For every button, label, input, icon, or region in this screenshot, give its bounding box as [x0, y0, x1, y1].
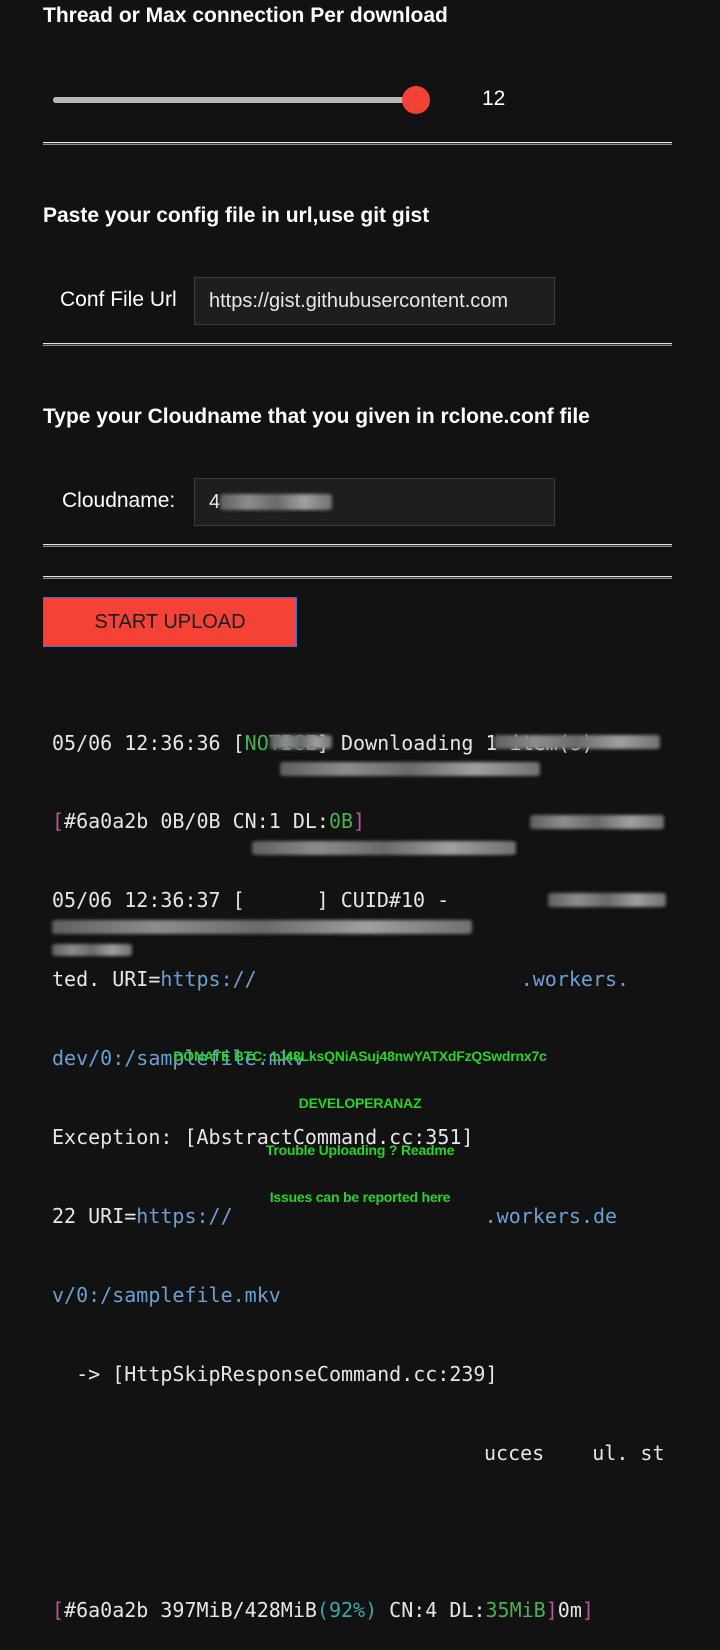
- log-text: 22 URI=: [52, 1203, 137, 1228]
- log-bracket: ]: [353, 809, 366, 834]
- readme-link[interactable]: Trouble Uploading ? Readme: [0, 1142, 720, 1158]
- redacted-text: [52, 920, 472, 934]
- divider: [43, 544, 672, 547]
- log-line: ted. URI=https:// .workers.: [52, 966, 677, 992]
- thread-slider-track[interactable]: [53, 97, 417, 103]
- cloudname-section-title: Type your Cloudname that you given in rc…: [43, 405, 590, 428]
- log-line: v/0:/samplefile.mkv: [52, 1282, 677, 1308]
- config-section-title: Paste your config file in url,use git gi…: [43, 204, 430, 227]
- redacted-text: [548, 893, 666, 907]
- cloudname-label: Cloudname:: [62, 489, 176, 512]
- log-bracket: ]: [545, 1598, 558, 1623]
- thread-section-title: Thread or Max connection Per download: [43, 4, 448, 27]
- log-uri: https://: [136, 1203, 233, 1228]
- log-text: 0m: [557, 1598, 582, 1623]
- log-bracket: [: [52, 809, 65, 834]
- redacted-text: [52, 944, 132, 956]
- log-dl-speed: 0B: [328, 809, 354, 834]
- log-text: 05/06 12:36:37 [: [52, 888, 245, 913]
- thread-slider-thumb[interactable]: [402, 86, 430, 114]
- log-text: #6a0a2b 0B/0B CN:1 DL:: [64, 809, 329, 834]
- redacted-text: [270, 735, 332, 749]
- log-percent: (92%): [316, 1598, 378, 1623]
- redacted-text: [530, 815, 664, 829]
- start-upload-button[interactable]: START UPLOAD: [43, 597, 297, 647]
- log-text: ul. st: [580, 1440, 665, 1465]
- log-text: 05/06 12:36:36 [: [52, 730, 245, 755]
- thread-slider-fill: [53, 97, 407, 103]
- conf-file-url-input[interactable]: [194, 277, 555, 325]
- donate-btc-link[interactable]: DONATE BTC: 1J48LksQNiASuj48nwYATXdFzQSw…: [0, 1048, 720, 1064]
- issues-link[interactable]: Issues can be reported here: [0, 1189, 720, 1205]
- log-uri: .workers.de: [484, 1203, 618, 1228]
- conf-file-url-label: Conf File Url: [60, 288, 177, 311]
- divider: [43, 343, 672, 346]
- redacted-text: [252, 841, 516, 855]
- redacted-text: [494, 735, 660, 749]
- log-text: CN:4 DL:: [377, 1598, 486, 1623]
- log-line: -> [HttpSkipResponseCommand.cc:239]: [52, 1361, 677, 1387]
- log-bracket: ]: [581, 1598, 594, 1623]
- log-line: ucces ul. st: [52, 1440, 677, 1466]
- log-text: ucces: [484, 1440, 545, 1465]
- log-uri: v/0:/samplefile.mkv: [52, 1282, 281, 1307]
- log-dl-speed: 35MiB: [485, 1598, 546, 1623]
- divider: [43, 576, 672, 579]
- log-uri: https://: [160, 967, 257, 992]
- log-text: ] CUID#10 -: [316, 888, 462, 913]
- log-text: ted. URI=: [52, 967, 161, 992]
- log-uri: .workers.: [520, 967, 630, 992]
- developer-link[interactable]: DEVELOPERANAZ: [0, 1095, 720, 1111]
- log-text: -> [HttpSkipResponseCommand.cc:239]: [52, 1361, 510, 1386]
- divider: [43, 142, 672, 145]
- cloudname-input-value: 4: [209, 491, 221, 513]
- log-text: #6a0a2b 397MiB/428MiB: [64, 1598, 317, 1623]
- log-line: [#6a0a2b 397MiB/428MiB(92%) CN:4 DL:35Mi…: [52, 1597, 677, 1623]
- redacted-text: [220, 494, 332, 510]
- thread-slider-value: 12: [482, 87, 506, 110]
- log-line: 22 URI=https:// .workers.de: [52, 1203, 677, 1229]
- log-bracket: [: [52, 1598, 65, 1623]
- redacted-text: [280, 762, 540, 776]
